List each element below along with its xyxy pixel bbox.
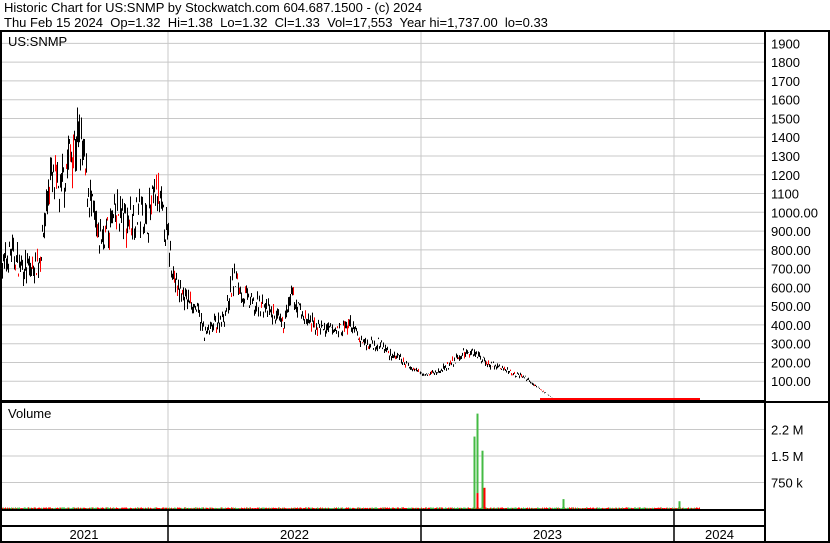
volume-tick-label: 750 k bbox=[771, 476, 803, 491]
price-tick-label: 1500 bbox=[771, 111, 800, 126]
symbol-label: US:SNMP bbox=[8, 34, 67, 49]
price-tick-label: 200.00 bbox=[771, 355, 811, 370]
year-label: 2023 bbox=[533, 527, 562, 542]
volume-tick-label: 2.2 M bbox=[771, 423, 804, 438]
price-tick-label: 1000.00 bbox=[771, 205, 818, 220]
volume-label: Volume bbox=[8, 406, 51, 421]
price-tick-label: 600.00 bbox=[771, 280, 811, 295]
year-label: 2024 bbox=[705, 527, 734, 542]
volume-tick-label: 1.5 M bbox=[771, 449, 804, 464]
price-tick-label: 400.00 bbox=[771, 318, 811, 333]
price-tick-label: 300.00 bbox=[771, 337, 811, 352]
year-label: 2022 bbox=[280, 527, 309, 542]
price-tick-label: 1200 bbox=[771, 168, 800, 183]
price-tick-label: 500.00 bbox=[771, 299, 811, 314]
price-tick-label: 1900 bbox=[771, 36, 800, 51]
price-tick-label: 1100 bbox=[771, 187, 799, 202]
price-tick-label: 1700 bbox=[771, 74, 800, 89]
price-tick-label: 1400 bbox=[771, 130, 800, 145]
price-tick-label: 900.00 bbox=[771, 224, 811, 239]
year-label: 2021 bbox=[70, 527, 99, 542]
chart-window: Historic Chart for US:SNMP by Stockwatch… bbox=[0, 0, 830, 543]
price-tick-label: 1300 bbox=[771, 149, 800, 164]
price-tick-label: 1600 bbox=[771, 93, 800, 108]
price-tick-label: 1800 bbox=[771, 55, 800, 70]
price-tick-label: 800.00 bbox=[771, 243, 811, 258]
stock-chart: 1900 1800 1700 1600 1500 1400 1300 1200 1100 1000… bbox=[0, 0, 830, 543]
price-tick-label: 700.00 bbox=[771, 262, 811, 277]
price-tick-label: 100.00 bbox=[771, 374, 811, 389]
